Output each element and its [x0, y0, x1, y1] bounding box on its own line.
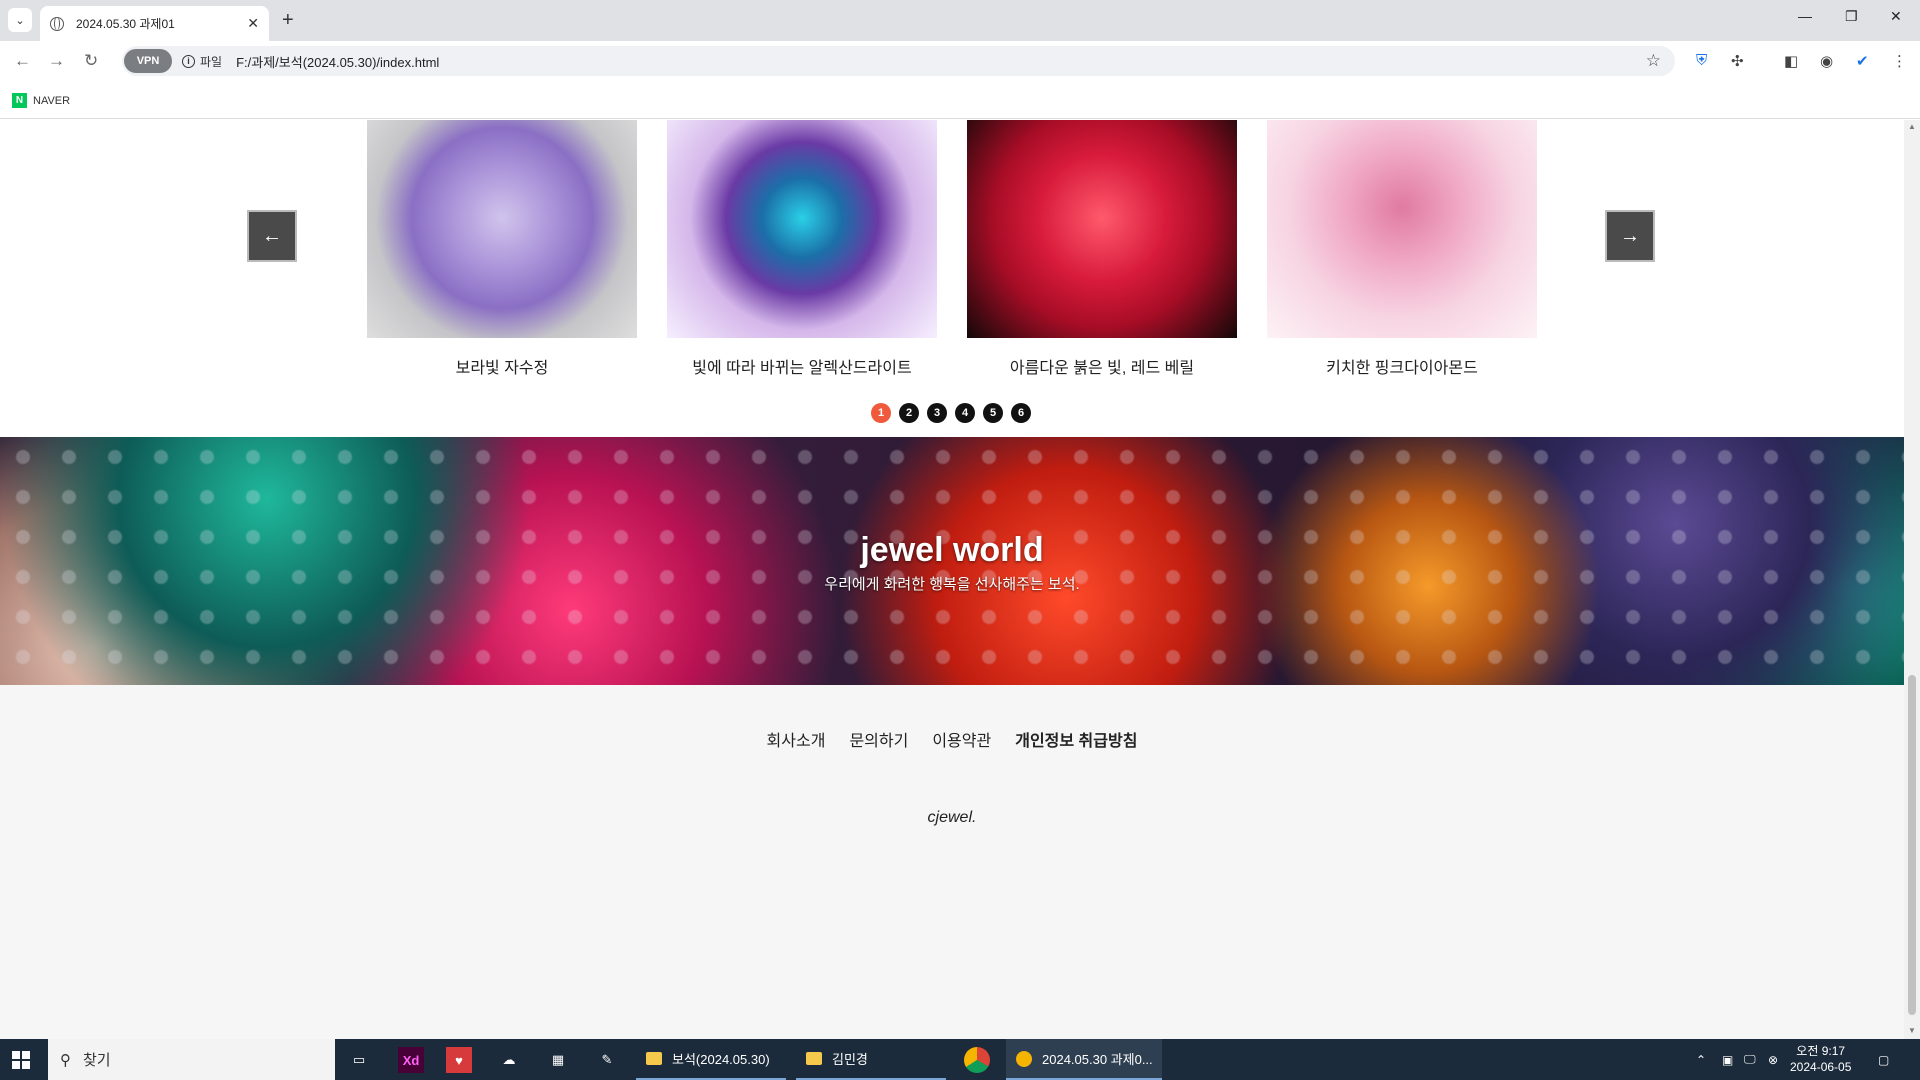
- windows-start-button[interactable]: [12, 1051, 30, 1069]
- slide-item[interactable]: 아름다운 붉은 빛, 레드 베릴: [967, 120, 1237, 378]
- bookmark-star-icon[interactable]: ☆: [1646, 51, 1661, 71]
- chevron-down-icon: ⌄: [15, 14, 25, 27]
- browser-tab-strip: ⌄ 2024.05.30 과제01 ✕ + — ❐ ✕: [0, 0, 1920, 41]
- security-extension-icon[interactable]: ✔: [1856, 52, 1869, 70]
- taskbar-app-browser[interactable]: 2024.05.30 과제0...: [1006, 1039, 1162, 1080]
- page-viewport: ← 보라빛 자수정 빛에 따라 바뀌는 알렉산드라이트 아름다운 붉은 빛, 레…: [0, 120, 1904, 1039]
- adobe-xd-icon[interactable]: Xd: [398, 1047, 424, 1073]
- folder-icon: [646, 1052, 662, 1065]
- side-panel-icon[interactable]: ◧: [1784, 52, 1798, 70]
- bookmark-naver[interactable]: N NAVER: [12, 93, 70, 108]
- vivaldi-icon[interactable]: ♥: [446, 1047, 472, 1073]
- scroll-up-arrow-icon[interactable]: ▲: [1908, 122, 1916, 131]
- url-text[interactable]: F:/과제/보석(2024.05.30)/index.html: [236, 52, 1646, 71]
- pagination-dot-1[interactable]: 1: [871, 403, 891, 423]
- window-minimize-button[interactable]: —: [1798, 8, 1812, 24]
- footer-link-privacy[interactable]: 개인정보 취급방침: [1015, 727, 1137, 751]
- menu-kebab-icon[interactable]: ⋮: [1892, 52, 1907, 70]
- clock-time: 오전 9:17: [1796, 1044, 1846, 1058]
- calculator-icon[interactable]: ▦: [545, 1047, 571, 1073]
- info-icon: i: [182, 54, 195, 68]
- shield-extension-icon[interactable]: ⛨: [1696, 52, 1707, 69]
- red-beryl-image: [967, 120, 1237, 338]
- bookmark-naver-label: NAVER: [33, 94, 71, 107]
- tab-search-button[interactable]: ⌄: [8, 8, 32, 32]
- window-restore-button[interactable]: ❐: [1845, 8, 1858, 25]
- slider-next-button[interactable]: →: [1605, 210, 1655, 262]
- notification-icon[interactable]: ▢: [1878, 1039, 1889, 1080]
- slide-caption: 아름다운 붉은 빛, 레드 베릴: [1009, 360, 1195, 377]
- taskbar-search-box[interactable]: ⚲ 찾기: [48, 1039, 335, 1080]
- pagination-dot-5[interactable]: 5: [983, 403, 1003, 423]
- window-close-button[interactable]: ✕: [1890, 8, 1902, 25]
- alexandrite-image: [667, 120, 937, 338]
- vpn-badge[interactable]: VPN: [124, 49, 172, 73]
- tray-chevron-icon[interactable]: ⌃: [1696, 1039, 1706, 1080]
- browser-toolbar: ← → ↻ VPN i 파일 F:/과제/보석(2024.05.30)/inde…: [0, 41, 1920, 81]
- taskbar-app-folder-kim[interactable]: 김민경: [796, 1039, 946, 1080]
- footer-link-company[interactable]: 회사소개: [767, 727, 826, 751]
- arrow-left-icon: ←: [262, 224, 282, 247]
- folder-icon: [806, 1052, 822, 1065]
- tab-close-button[interactable]: ✕: [247, 15, 259, 32]
- banner-subtitle: 우리에게 화려한 행복을 선사해주는 보석.: [824, 576, 1080, 593]
- arrow-right-icon: →: [1620, 224, 1640, 247]
- forward-button[interactable]: →: [48, 51, 65, 71]
- clock-date: 2024-06-05: [1790, 1060, 1852, 1074]
- windows-taskbar: ⚲ 찾기 ▭ Xd ♥ ☁ ▦ ✎ 보석(2024.05.30) 김민경 202…: [0, 1039, 1920, 1080]
- tab-title: 2024.05.30 과제01: [76, 17, 175, 31]
- slide-caption: 빛에 따라 바뀌는 알렉산드라이트: [692, 360, 912, 377]
- globe-icon: [50, 16, 64, 31]
- profile-avatar-icon[interactable]: ◉: [1820, 52, 1833, 70]
- slide-caption: 키치한 핑크다이아몬드: [1326, 360, 1478, 377]
- pagination-dot-3[interactable]: 3: [927, 403, 947, 423]
- pagination-dot-2[interactable]: 2: [899, 403, 919, 423]
- browser-tab[interactable]: 2024.05.30 과제01 ✕: [40, 6, 269, 41]
- extensions-puzzle-icon[interactable]: ✣: [1731, 52, 1744, 70]
- slider-prev-button[interactable]: ←: [247, 210, 297, 262]
- taskbar-search-placeholder: 찾기: [83, 1052, 111, 1069]
- scroll-down-arrow-icon[interactable]: ▼: [1908, 1026, 1916, 1035]
- slide-item[interactable]: 보라빛 자수정: [367, 120, 637, 378]
- site-info-chip[interactable]: i 파일: [182, 53, 222, 70]
- notepad-icon[interactable]: ✎: [594, 1047, 620, 1073]
- reload-button[interactable]: ↻: [84, 51, 98, 71]
- scroll-thumb[interactable]: [1908, 675, 1916, 1015]
- banner-title: jewel world: [860, 531, 1044, 569]
- pink-diamond-image: [1267, 120, 1537, 338]
- taskbar-app-label: 김민경: [832, 1052, 868, 1067]
- new-tab-button[interactable]: +: [282, 9, 294, 32]
- footer-nav: 회사소개 문의하기 이용약관 개인정보 취급방침: [0, 727, 1904, 751]
- taskbar-app-folder-jewel[interactable]: 보석(2024.05.30): [636, 1039, 786, 1080]
- footer-link-contact[interactable]: 문의하기: [849, 727, 908, 751]
- taskbar-app-label: 보석(2024.05.30): [672, 1052, 770, 1067]
- chrome-icon[interactable]: [964, 1047, 990, 1073]
- slide-item[interactable]: 빛에 따라 바뀌는 알렉산드라이트: [667, 120, 937, 378]
- task-view-icon[interactable]: ▭: [346, 1047, 372, 1073]
- back-button[interactable]: ←: [14, 51, 31, 71]
- volume-muted-icon[interactable]: ⊗: [1768, 1039, 1778, 1080]
- browser-icon: [1016, 1050, 1032, 1067]
- taskbar-app-label: 2024.05.30 과제0...: [1042, 1052, 1153, 1067]
- naver-logo-icon: N: [12, 93, 27, 108]
- amethyst-image: [367, 120, 637, 338]
- slide-item[interactable]: 키치한 핑크다이아몬드: [1267, 120, 1537, 378]
- tray-device-icon[interactable]: ▣: [1722, 1039, 1733, 1080]
- hero-banner: jewel world 우리에게 화려한 행복을 선사해주는 보석.: [0, 437, 1904, 685]
- site-info-label: 파일: [200, 54, 223, 69]
- slide-caption: 보라빛 자수정: [455, 360, 549, 377]
- page-scrollbar[interactable]: ▲ ▼: [1904, 120, 1920, 1039]
- network-icon[interactable]: 🖵: [1744, 1039, 1756, 1080]
- bookmarks-bar: N NAVER: [0, 81, 1920, 119]
- footer-copyright: cjewel.: [927, 809, 977, 826]
- pagination-dot-6[interactable]: 6: [1011, 403, 1031, 423]
- pagination-dot-4[interactable]: 4: [955, 403, 975, 423]
- search-icon: ⚲: [60, 1051, 71, 1069]
- address-bar[interactable]: VPN i 파일 F:/과제/보석(2024.05.30)/index.html…: [122, 46, 1675, 76]
- taskbar-clock[interactable]: 오전 9:17 2024-06-05: [1790, 1043, 1851, 1075]
- slider-pagination: 1 2 3 4 5 6: [871, 403, 1039, 423]
- cloud-app-icon[interactable]: ☁: [496, 1047, 522, 1073]
- footer-link-terms[interactable]: 이용약관: [932, 727, 991, 751]
- page-footer: 회사소개 문의하기 이용약관 개인정보 취급방침 cjewel.: [0, 685, 1904, 1039]
